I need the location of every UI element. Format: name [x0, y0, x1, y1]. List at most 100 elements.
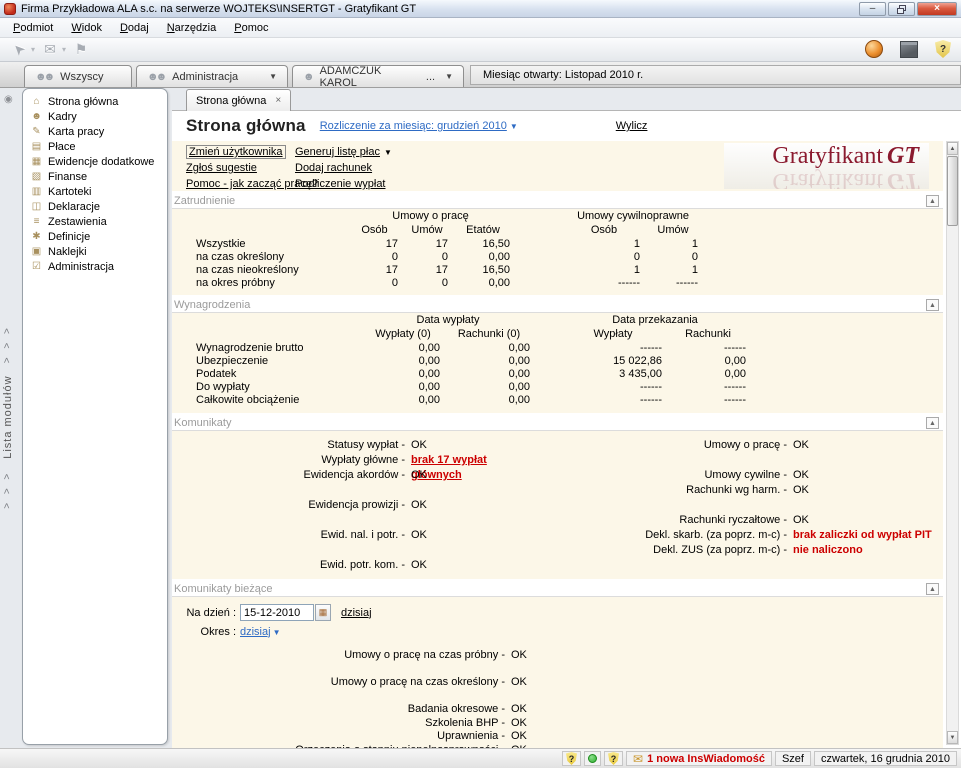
message-value: OK	[405, 498, 525, 513]
help-shield-icon[interactable]: ?	[935, 40, 951, 58]
message-value: OK	[405, 468, 525, 483]
sidebar-item[interactable]: ▧ Finanse	[23, 169, 167, 184]
section-header-salaries: Wynagrodzenia ▲	[172, 297, 943, 313]
tab-current-employee[interactable]: ☻ ADAMCZUK KAROL ... ▼	[292, 65, 464, 87]
chevron-down-icon[interactable]: ▼	[445, 72, 453, 81]
date-input[interactable]	[240, 604, 314, 621]
table-row: na czas określony 0 0 0,00 0 0	[192, 250, 702, 263]
calendar-icon[interactable]: ▦	[315, 604, 331, 621]
employment-table: Umowy o pracęUmowy cywilnoprawne Osób Um…	[192, 209, 702, 289]
sidebar-item[interactable]: ◫ Deklaracje	[23, 199, 167, 214]
table-row: na okres próbny 0 0 0,00 ------ ------	[192, 276, 702, 289]
help-status[interactable]: ?	[562, 751, 581, 766]
today-link[interactable]: dzisiaj	[341, 607, 372, 619]
message-value	[505, 690, 943, 704]
sidebar-item[interactable]: ☻ Kadry	[23, 109, 167, 124]
collapse-section-icon[interactable]: ▲	[926, 299, 939, 311]
inbox-message-segment[interactable]: ✉ 1 nowa InsWiadomość	[626, 751, 772, 766]
message-value: OK	[787, 483, 943, 498]
sidebar-item[interactable]: ▦ Ewidencje dodatkowe	[23, 154, 167, 169]
send-tool-button[interactable]: ✉	[39, 39, 61, 59]
table-row: Podatek 0,00 0,00 3 435,00 0,00	[192, 367, 750, 380]
help-status-2[interactable]: ?	[604, 751, 623, 766]
message-label	[172, 513, 405, 528]
sidebar-item[interactable]: ✱ Definicje	[23, 229, 167, 244]
restore-button[interactable]	[888, 2, 915, 16]
sidebar-item[interactable]: ▥ Kartoteki	[23, 184, 167, 199]
table-row: Wszystkie 17 17 16,50 1 1	[192, 237, 702, 250]
period-value-link[interactable]: dzisiaj▼	[240, 626, 281, 638]
quick-link[interactable]: Zgłoś sugestie	[186, 162, 257, 174]
quick-link[interactable]: Dodaj rachunek	[295, 162, 372, 174]
sidebar-item[interactable]: ▣ Naklejki	[23, 244, 167, 259]
more-button[interactable]: ...	[426, 71, 435, 83]
tab-all-employees[interactable]: ☻☻ Wszyscy	[24, 65, 132, 87]
close-tab-icon[interactable]: ×	[275, 95, 281, 106]
message-label: Dekl. skarb. (za poprz. m-c) -	[525, 528, 787, 543]
envelope-icon: ✉	[44, 41, 56, 58]
message-value	[505, 663, 943, 677]
quick-link[interactable]: Generuj listę płac	[295, 146, 380, 158]
restore-icon	[897, 5, 906, 14]
pin-icon[interactable]: ◉	[4, 94, 13, 105]
flag-tool-button[interactable]: ⚑	[70, 39, 92, 59]
brand-logo: GratyfikantGT	[772, 143, 919, 170]
scroll-up-icon[interactable]: ▲	[947, 142, 958, 155]
quick-link[interactable]: Podliczenie wypłat	[295, 178, 386, 190]
close-button[interactable]: ×	[917, 2, 957, 16]
connection-status	[584, 751, 601, 766]
sidebar-item[interactable]: ⌂ Strona główna	[23, 94, 167, 109]
modules-cube-icon[interactable]	[900, 41, 918, 58]
menu-item[interactable]: Podmiot	[4, 20, 62, 36]
message-label: Wypłaty główne -	[172, 453, 405, 468]
message-value	[405, 483, 525, 498]
collapse-section-icon[interactable]: ▲	[926, 417, 939, 429]
collapse-section-icon[interactable]: ▲	[926, 583, 939, 595]
date-label: Na dzień :	[186, 607, 236, 619]
menu-item[interactable]: Widok	[62, 20, 111, 36]
select-tool-button[interactable]: ➤	[8, 39, 30, 59]
calculate-link[interactable]: Wylicz	[616, 120, 648, 132]
sidebar-item-label: Ewidencje dodatkowe	[48, 156, 154, 168]
sidebar-item-label: Kartoteki	[48, 186, 91, 198]
message-label: Umowy o pracę -	[525, 438, 787, 453]
period-label: Okres :	[186, 626, 236, 638]
menu-item[interactable]: Pomoc	[225, 20, 277, 36]
context-tab-bar: ☻☻ Wszyscy ☻☻ Administracja ▼ ☻ ADAMCZUK…	[0, 62, 961, 88]
online-services-icon[interactable]	[865, 40, 883, 58]
message-label: Rachunki ryczałtowe -	[525, 513, 787, 528]
new-message-link[interactable]: 1 nowa InsWiadomość	[647, 753, 765, 765]
message-label: Umowy o pracę na czas określony -	[172, 676, 505, 690]
module-list-handle[interactable]: > > > Lista modułów > > >	[2, 325, 14, 509]
document-tab-home[interactable]: Strona główna ×	[186, 89, 291, 111]
select-tool-dropdown[interactable]: ▾	[31, 45, 35, 54]
sidebar-item[interactable]: ▤ Płace	[23, 139, 167, 154]
section-header-employment: Zatrudnienie ▲	[172, 193, 943, 209]
scroll-down-icon[interactable]: ▼	[947, 731, 958, 744]
chevron-down-icon[interactable]: ▼	[269, 72, 277, 81]
module-sidebar: ⌂ Strona główna ☻ Kadry ✎ Karta pracy ▤ …	[22, 88, 168, 745]
message-label: Ewidencja prowizji -	[172, 498, 405, 513]
message-label: Ewidencja akordów -	[172, 468, 405, 483]
sidebar-item[interactable]: ≡ Zestawienia	[23, 214, 167, 229]
collapse-section-icon[interactable]: ▲	[926, 195, 939, 207]
sidebar-item[interactable]: ✎ Karta pracy	[23, 124, 167, 139]
send-tool-dropdown[interactable]: ▾	[62, 45, 66, 54]
tab-administration-group[interactable]: ☻☻ Administracja ▼	[136, 65, 288, 87]
menu-item[interactable]: Narzędzia	[158, 20, 226, 36]
message-label: Dekl. ZUS (za poprz. m-c) -	[525, 543, 787, 558]
chevron-down-icon: ▼	[273, 628, 281, 637]
sidebar-item[interactable]: ☑ Administracja	[23, 259, 167, 274]
toolbar: ➤ ▾ ✉ ▾ ⚑ ?	[0, 38, 961, 62]
section-header-current-messages: Komunikaty bieżące ▲	[172, 581, 943, 597]
people-icon: ☻☻	[35, 71, 52, 83]
menu-item[interactable]: Dodaj	[111, 20, 158, 36]
message-value	[405, 543, 525, 558]
scrollbar-thumb[interactable]	[947, 156, 958, 226]
minimize-button[interactable]: –	[859, 2, 886, 16]
module-icon: ✱	[30, 231, 43, 242]
vertical-scrollbar[interactable]: ▲ ▼	[946, 141, 959, 745]
quick-link[interactable]: Zmień użytkownika	[186, 145, 286, 159]
settlement-month-link[interactable]: Rozliczenie za miesiąc: grudzień 2010▼	[320, 120, 518, 132]
sidebar-item-label: Finanse	[48, 171, 87, 183]
